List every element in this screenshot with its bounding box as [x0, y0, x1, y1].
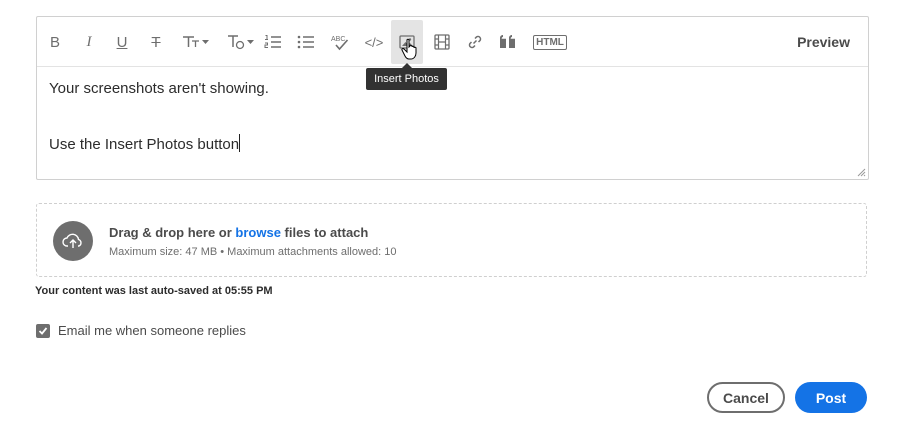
- text-style-button[interactable]: [223, 20, 259, 64]
- code-icon: </>: [364, 34, 384, 50]
- underline-button[interactable]: U: [110, 20, 134, 64]
- tooltip-insert-photos: Insert Photos: [366, 63, 447, 90]
- quote-button[interactable]: [496, 20, 520, 64]
- cancel-button[interactable]: Cancel: [707, 382, 785, 413]
- upload-button[interactable]: [53, 221, 93, 261]
- editor-line-1: Your screenshots aren't showing.: [49, 80, 269, 97]
- numbered-list-button[interactable]: [261, 20, 285, 64]
- strikethrough-icon: T: [151, 33, 161, 51]
- numbered-list-icon: [264, 35, 281, 48]
- preview-button[interactable]: Preview: [797, 17, 850, 67]
- link-icon: [468, 35, 482, 49]
- code-button[interactable]: </>: [361, 20, 387, 64]
- post-button[interactable]: Post: [795, 382, 867, 413]
- film-icon: [434, 34, 450, 50]
- resize-handle-icon[interactable]: [856, 167, 866, 177]
- checkmark-icon: [38, 326, 48, 335]
- strikethrough-button[interactable]: T: [144, 20, 168, 64]
- insert-link-button[interactable]: [463, 20, 487, 64]
- underline-icon: U: [116, 33, 128, 51]
- insert-video-button[interactable]: [430, 20, 454, 64]
- dropzone-title: Drag & drop here or browse files to atta…: [109, 225, 369, 240]
- spellcheck-button[interactable]: ABC: [327, 20, 353, 64]
- html-button[interactable]: HTML: [530, 20, 570, 64]
- font-size-button[interactable]: [178, 20, 214, 64]
- hand-cursor-icon: [401, 38, 417, 60]
- autosave-status: Your content was last auto-saved at 05:5…: [35, 285, 273, 297]
- email-notify-option[interactable]: Email me when someone replies: [36, 323, 246, 338]
- cloud-upload-icon: [62, 233, 82, 248]
- spellcheck-icon: ABC: [331, 36, 349, 51]
- editor-toolbar: B I U T ABC </> HTML Preview: [37, 17, 868, 67]
- italic-button[interactable]: I: [77, 20, 101, 64]
- email-notify-checkbox[interactable]: [36, 323, 50, 338]
- email-notify-label: Email me when someone replies: [58, 323, 246, 338]
- svg-text:ABC: ABC: [331, 36, 345, 43]
- bold-button[interactable]: B: [43, 20, 67, 64]
- quote-icon: [500, 35, 515, 48]
- text-style-icon: [228, 35, 254, 50]
- browse-link[interactable]: browse: [235, 225, 281, 240]
- editor-line-2: Use the Insert Photos button: [49, 134, 241, 153]
- html-icon: HTML: [533, 34, 567, 50]
- dropzone-limits: Maximum size: 47 MB • Maximum attachment…: [109, 246, 397, 258]
- font-size-icon: [183, 36, 209, 47]
- rich-text-editor: B I U T ABC </> HTML Preview Your screen…: [36, 16, 869, 180]
- italic-icon: I: [86, 33, 92, 50]
- bulleted-list-icon: [297, 35, 314, 49]
- text-caret: [239, 134, 241, 152]
- bold-icon: B: [49, 33, 60, 51]
- bulleted-list-button[interactable]: [294, 20, 318, 64]
- attachment-dropzone[interactable]: Drag & drop here or browse files to atta…: [36, 203, 867, 277]
- editor-content[interactable]: Your screenshots aren't showing. Use the…: [49, 79, 269, 155]
